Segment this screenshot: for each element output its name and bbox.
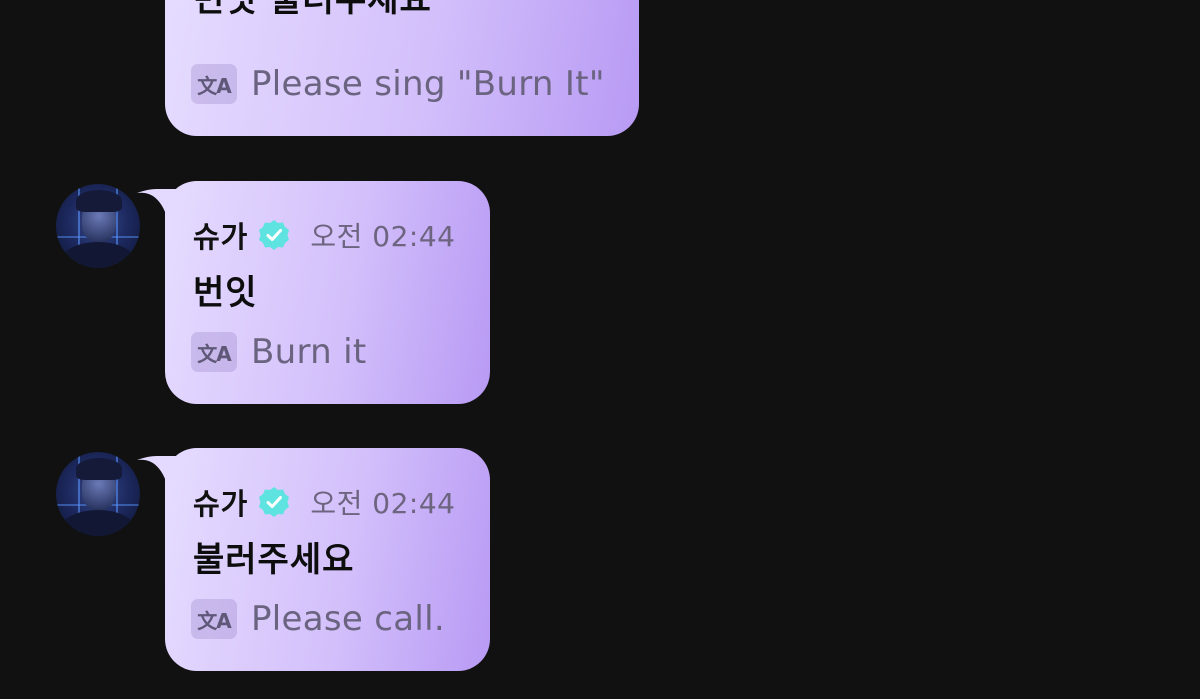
message-text: 번잇 불러주세요 [193,0,432,20]
translation-row: 文A Burn it [191,330,367,374]
avatar[interactable] [56,184,140,268]
message-bubble[interactable]: 번잇 불러주세요 文A Please sing "Burn It" [165,0,639,136]
message-meta: 슈가 오전 02:44 [193,215,456,255]
bubble-tail [137,456,181,488]
message-meta: 슈가 오전 02:44 [193,482,456,522]
chat-feed: 번잇 불러주세요 文A Please sing "Burn It" 슈가 오전 … [0,0,1200,699]
translate-icon[interactable]: 文A [191,64,237,104]
message-text: 번잇 [193,273,258,313]
translation-text: Please call. [251,599,445,639]
message-bubble[interactable]: 슈가 오전 02:44 번잇 文A Burn it [137,181,490,404]
bubble-tail [137,189,181,221]
message-bubble[interactable]: 슈가 오전 02:44 불러주세요 文A Please call. [137,448,490,671]
sender-name: 슈가 [193,220,249,254]
translate-icon[interactable]: 文A [191,599,237,639]
message-time: 오전 02:44 [310,487,456,520]
sender-name: 슈가 [193,487,249,521]
avatar[interactable] [56,452,140,536]
verified-badge-icon [259,220,290,250]
translation-text: Please sing "Burn It" [251,64,605,104]
message-text: 불러주세요 [193,540,355,580]
message-time: 오전 02:44 [310,220,456,253]
translation-text: Burn it [251,332,367,372]
translate-icon[interactable]: 文A [191,332,237,372]
translation-row: 文A Please sing "Burn It" [191,62,605,106]
translation-row: 文A Please call. [191,597,445,641]
verified-badge-icon [259,487,290,517]
